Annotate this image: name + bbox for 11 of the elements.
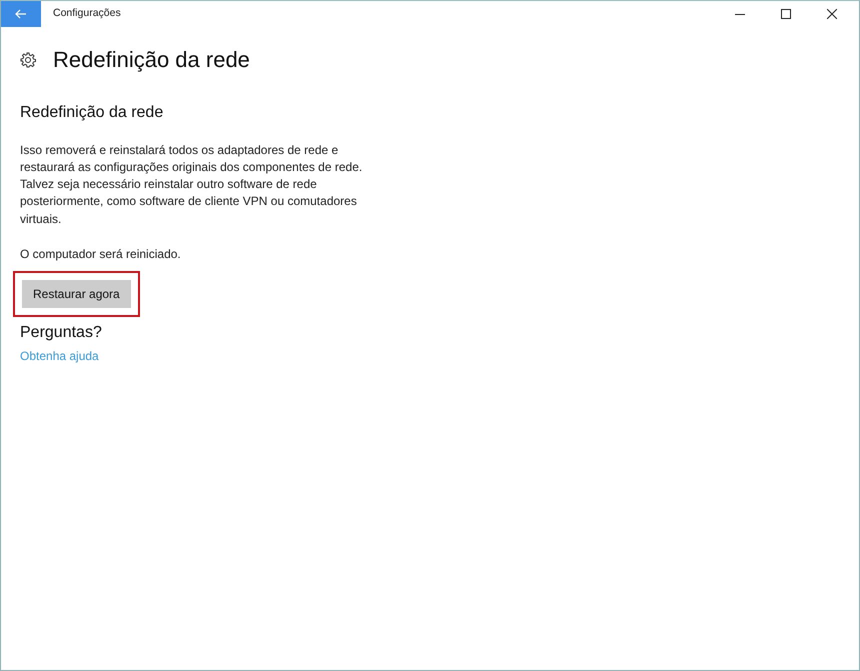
maximize-icon — [781, 9, 791, 19]
section-heading: Redefinição da rede — [20, 103, 164, 123]
page-title: Redefinição da rede — [53, 47, 250, 74]
description-text: Isso removerá e reinstalará todos os adaptadores de rede e restaurará as configurações originais dos componentes de rede. Talvez seja necessário reinstalar outro software de rede posteriormente, como software de cliente VPN ou comutadores virtuais. — [20, 142, 364, 228]
back-arrow-icon — [15, 9, 27, 19]
window-title: Configurações — [53, 6, 121, 22]
questions-heading: Perguntas? — [20, 323, 103, 343]
settings-icon — [20, 52, 36, 68]
close-icon — [827, 9, 837, 19]
restart-note: O computador será reiniciado. — [20, 246, 182, 264]
reset-now-button[interactable]: Restaurar agora — [22, 280, 131, 308]
